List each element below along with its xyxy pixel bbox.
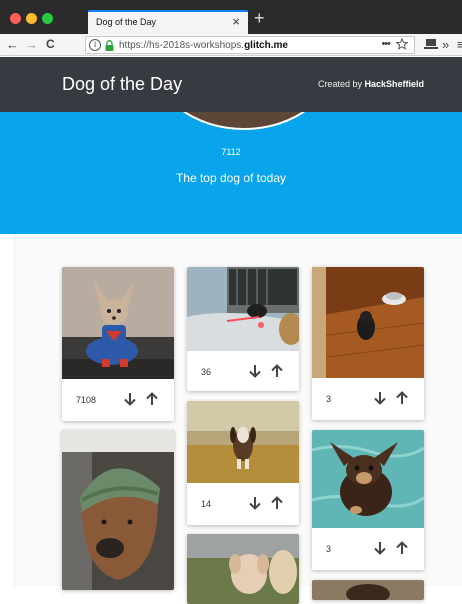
- upvote-button[interactable]: [269, 363, 285, 379]
- back-arrow-icon[interactable]: ←: [6, 37, 19, 52]
- dog-card: 14: [187, 401, 299, 525]
- dog-card: 36: [187, 267, 299, 391]
- page-actions-icon[interactable]: •••: [381, 38, 391, 50]
- downvote-button[interactable]: [247, 495, 263, 511]
- overflow-icon[interactable]: »: [442, 37, 449, 52]
- arrow-down-icon: [124, 393, 136, 406]
- downvote-button[interactable]: [122, 391, 138, 407]
- card-footer: 14: [187, 483, 299, 525]
- dog-photo: [62, 267, 174, 379]
- dog-card: 3: [312, 430, 424, 570]
- hero-banner: 7112 The top dog of today: [0, 112, 462, 234]
- card-footer: 3: [312, 378, 424, 420]
- browser-titlebar: Dog of the Day × +: [0, 0, 462, 34]
- site-header: Dog of the Day Created by HackSheffield: [0, 57, 462, 112]
- info-icon[interactable]: i: [89, 39, 101, 51]
- arrow-up-icon: [271, 364, 283, 377]
- dog-photo: [312, 430, 424, 528]
- dog-photo: [312, 580, 424, 600]
- arrow-up-icon: [396, 541, 408, 554]
- arrow-up-icon: [396, 391, 408, 404]
- downvote-button[interactable]: [372, 540, 388, 556]
- dog-photo: [312, 267, 424, 378]
- dog-photo: [187, 267, 299, 351]
- new-tab-button[interactable]: +: [254, 9, 265, 27]
- dog-photo: [187, 401, 299, 483]
- site-credit: Created by HackSheffield: [317, 79, 424, 89]
- browser-toolbar: ← → C i https://hs-2018s-workshops.glitc…: [0, 34, 462, 56]
- library-icon[interactable]: [424, 38, 438, 50]
- forward-arrow-icon[interactable]: →: [25, 37, 38, 52]
- url-text: https://hs-2018s-workshops.glitch.me: [119, 40, 288, 51]
- dog-grid: 7108 36 14 3 3: [14, 234, 462, 604]
- hero-subtitle: The top dog of today: [175, 171, 287, 185]
- dog-card: [62, 430, 174, 590]
- credit-link[interactable]: HackSheffield: [364, 79, 424, 89]
- downvote-button[interactable]: [372, 390, 388, 406]
- minimize-window-button[interactable]: [26, 13, 37, 24]
- dog-card: 7108: [62, 267, 174, 421]
- tab-title: Dog of the Day: [96, 17, 157, 27]
- dog-card: [312, 580, 424, 600]
- zoom-window-button[interactable]: [42, 13, 53, 24]
- card-footer: 36: [187, 351, 299, 391]
- arrow-down-icon: [374, 542, 386, 555]
- vote-count: 14: [201, 499, 212, 509]
- upvote-button[interactable]: [269, 495, 285, 511]
- browser-tab[interactable]: Dog of the Day ×: [88, 10, 248, 34]
- arrow-down-icon: [249, 497, 261, 510]
- bookmark-star-icon[interactable]: [396, 38, 408, 50]
- tab-close-icon[interactable]: ×: [232, 14, 240, 30]
- top-dog-score: 7112: [221, 147, 241, 157]
- lock-icon: [105, 40, 114, 51]
- url-bar[interactable]: i https://hs-2018s-workshops.glitch.me •…: [85, 36, 415, 54]
- vote-count: 3: [326, 544, 332, 554]
- dog-photo: [62, 430, 174, 590]
- arrow-down-icon: [249, 365, 261, 378]
- upvote-button[interactable]: [394, 390, 410, 406]
- card-footer: 7108: [62, 379, 174, 421]
- dog-photo: [187, 534, 299, 604]
- reload-icon[interactable]: C: [46, 37, 55, 52]
- upvote-button[interactable]: [144, 391, 160, 407]
- dog-card: [187, 534, 299, 604]
- upvote-button[interactable]: [394, 540, 410, 556]
- arrow-down-icon: [374, 392, 386, 405]
- top-dog-photo: [151, 112, 337, 130]
- card-footer: 3: [312, 528, 424, 570]
- menu-icon[interactable]: ≡: [457, 37, 462, 52]
- downvote-button[interactable]: [247, 363, 263, 379]
- arrow-up-icon: [271, 496, 283, 509]
- vote-count: 3: [326, 394, 332, 404]
- arrow-up-icon: [146, 392, 158, 405]
- site-title[interactable]: Dog of the Day: [62, 74, 182, 95]
- close-window-button[interactable]: [10, 13, 21, 24]
- vote-count: 7108: [76, 395, 97, 405]
- vote-count: 36: [201, 367, 212, 377]
- dog-card: 3: [312, 267, 424, 420]
